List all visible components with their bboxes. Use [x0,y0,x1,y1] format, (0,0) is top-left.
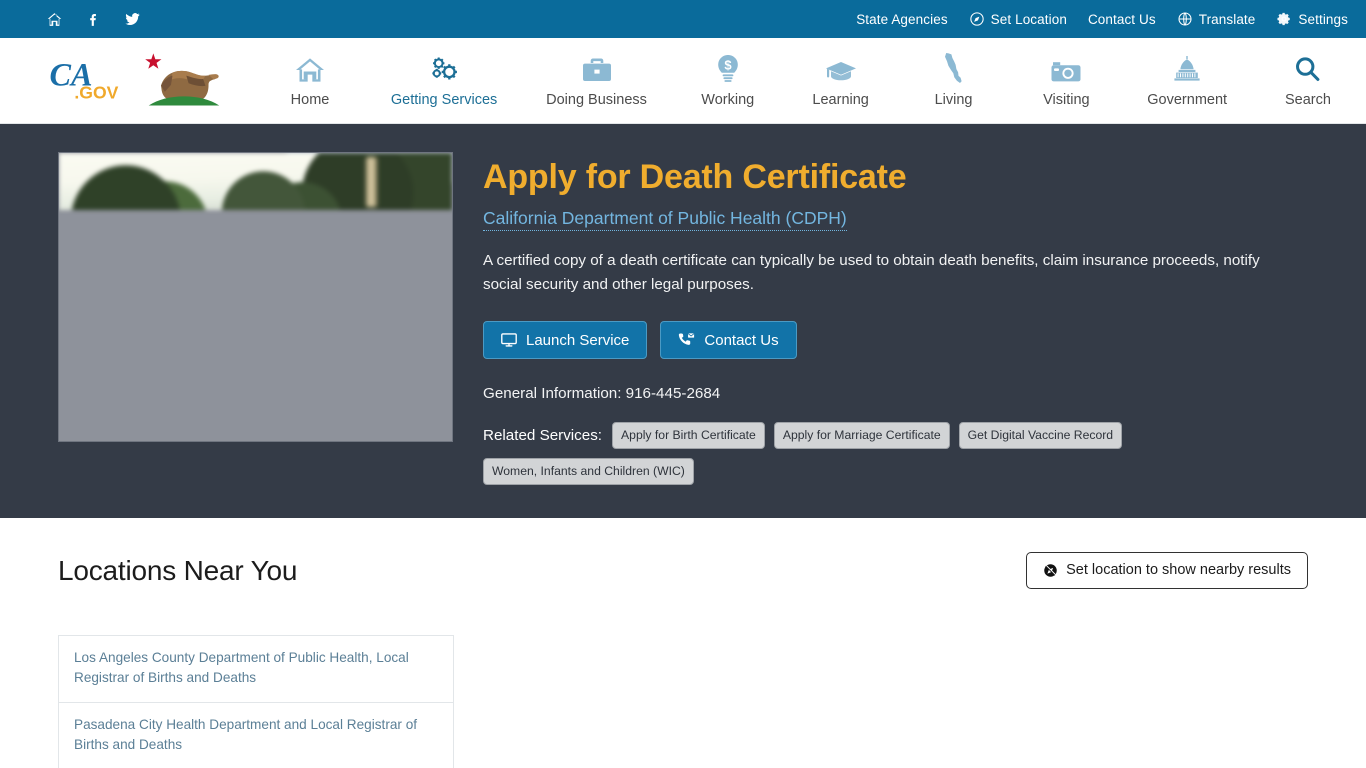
locations-header: Locations Near You Set location to show … [58,552,1308,589]
nav-label-living: Living [934,92,973,108]
location-link[interactable]: Pasadena City Health Department and Loca… [74,717,417,752]
ca-gov-logo[interactable]: CA .GOV [48,50,230,112]
contact-us-label: Contact Us [1087,11,1156,27]
launch-service-label: Launch Service [526,331,630,349]
locations-section: Locations Near You Set location to show … [0,518,1366,768]
main-navigation: CA .GOV Home Getting Services Doing Busi… [0,38,1366,124]
nav-item-home[interactable]: Home [278,53,342,108]
page-title: Apply for Death Certificate [483,158,907,196]
nav-label-visiting: Visiting [1043,92,1090,108]
california-state-icon [944,53,964,83]
contact-us-label: Contact Us [704,331,779,349]
graduation-cap-icon [825,53,857,83]
related-services: Related Services: Apply for Birth Certif… [483,422,1163,486]
gear-icon [1276,11,1292,27]
nav-item-living[interactable]: Living [922,53,986,108]
phone-envelope-icon [678,332,696,348]
compass-slash-icon [1043,563,1058,578]
nav-item-government[interactable]: Government [1147,53,1227,108]
set-location-results-label: Set location to show nearby results [1066,562,1291,579]
house-icon [296,53,324,83]
agency-link[interactable]: California Department of Public Health (… [483,208,847,232]
california-bear-icon [145,52,220,106]
contact-us-button[interactable]: Contact Us [660,321,797,360]
launch-service-button[interactable]: Launch Service [483,321,648,360]
compass-slash-icon [969,11,985,27]
related-service-tag[interactable]: Apply for Birth Certificate [612,422,765,450]
set-location-link[interactable]: Set Location [969,11,1067,27]
state-agencies-label: State Agencies [856,11,948,27]
nav-label-getting-services: Getting Services [390,92,498,108]
settings-link[interactable]: Settings [1276,11,1348,27]
list-item[interactable]: Pasadena City Health Department and Loca… [59,703,453,768]
social-links [46,11,141,28]
nav-item-learning[interactable]: Learning [809,53,873,108]
related-service-tag[interactable]: Get Digital Vaccine Record [958,422,1123,450]
lightbulb-dollar-icon: $ [715,53,741,83]
set-location-results-button[interactable]: Set location to show nearby results [1026,552,1308,589]
service-hero-content: Apply for Death Certificate California D… [483,152,1326,518]
nav-label-search: Search [1284,92,1331,108]
gears-icon [430,53,459,83]
nav-label-learning: Learning [812,92,869,108]
settings-label: Settings [1298,11,1348,27]
nav-label-government: Government [1147,92,1228,108]
briefcase-icon [582,53,612,83]
related-service-tag[interactable]: Women, Infants and Children (WIC) [483,458,694,486]
svg-text:.GOV: .GOV [74,82,118,102]
service-hero: Apply for Death Certificate California D… [0,124,1366,518]
list-item[interactable]: Los Angeles County Department of Public … [59,636,453,703]
magnifier-icon [1294,53,1321,83]
svg-text:$: $ [724,58,732,73]
monitor-icon [501,332,517,348]
locations-list: Los Angeles County Department of Public … [58,635,454,768]
nav-item-doing-business[interactable]: Doing Business [546,53,647,108]
locations-heading: Locations Near You [58,554,298,586]
nav-label-home: Home [290,92,330,108]
contact-us-link[interactable]: Contact Us [1088,12,1156,27]
home-icon[interactable] [46,11,63,28]
nav-label-working: Working [701,92,755,108]
nav-item-search[interactable]: Search [1276,53,1340,108]
service-hero-image [58,152,453,442]
ca-gov-wordmark-icon: CA .GOV [49,56,118,102]
twitter-icon[interactable] [124,11,141,28]
state-agencies-link[interactable]: State Agencies [856,12,947,27]
hero-action-buttons: Launch Service Contact Us [483,321,1326,360]
translate-link[interactable]: Translate [1177,11,1256,27]
nav-item-getting-services[interactable]: Getting Services [391,53,497,108]
nav-item-working[interactable]: $ Working [696,53,760,108]
primary-nav-list: Home Getting Services Doing Business $ W… [278,53,1356,108]
capitol-dome-icon [1172,53,1202,83]
facebook-icon[interactable] [85,11,102,28]
utility-bar: State Agencies Set Location Contact Us T… [0,0,1366,38]
globe-icon [1177,11,1193,27]
translate-label: Translate [1198,11,1256,27]
location-link[interactable]: Los Angeles County Department of Public … [74,650,409,685]
general-information-phone: General Information: 916-445-2684 [483,385,721,403]
hero-image-photo-strip [59,153,452,210]
related-services-label: Related Services: [483,427,603,445]
service-description: A certified copy of a death certificate … [483,252,1260,294]
related-service-tag[interactable]: Apply for Marriage Certificate [773,422,950,450]
utility-links: State Agencies Set Location Contact Us T… [856,11,1348,27]
camera-icon [1051,53,1081,83]
set-location-label: Set Location [990,11,1067,27]
nav-label-doing-business: Doing Business [546,92,647,108]
nav-item-visiting[interactable]: Visiting [1034,53,1098,108]
